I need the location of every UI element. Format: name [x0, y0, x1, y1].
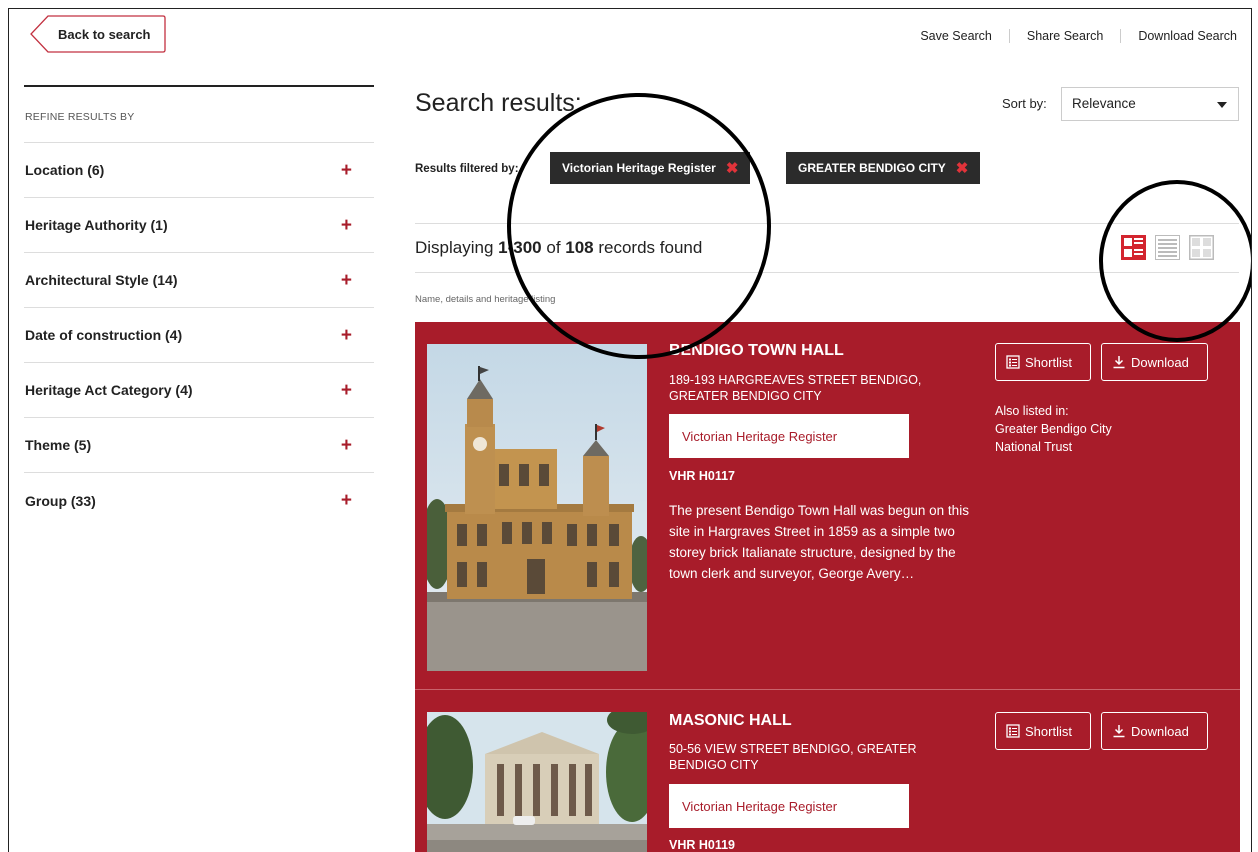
count-prefix: Displaying — [415, 238, 499, 257]
expand-plus-icon[interactable]: + — [341, 491, 352, 510]
town-hall-image — [427, 344, 647, 671]
count-suffix: records found — [593, 238, 703, 257]
chip-label: Victorian Heritage Register — [562, 161, 716, 175]
search-actions: Save Search Share Search Download Search — [920, 29, 1237, 43]
vhr-number: VHR H0119 — [669, 838, 736, 852]
result-address: 189-193 HARGREAVES STREET BENDIGO, GREAT… — [669, 373, 922, 403]
grid-list-icon[interactable] — [1121, 235, 1146, 260]
back-to-search-label: Back to search — [58, 27, 151, 42]
also-listed-item[interactable]: Greater Bendigo City — [995, 420, 1112, 438]
chip-label: GREATER BENDIGO CITY — [798, 161, 946, 175]
expand-plus-icon[interactable]: + — [341, 326, 352, 345]
masonic-hall-image — [427, 712, 647, 852]
register-badge[interactable]: Victorian Heritage Register — [669, 414, 909, 458]
shortlist-label: Shortlist — [1025, 723, 1072, 739]
expand-plus-icon[interactable]: + — [341, 381, 352, 400]
view-toggle — [1121, 235, 1214, 260]
download-icon — [1113, 725, 1125, 738]
result-address: 50-56 VIEW STREET BENDIGO, GREATER BENDI… — [669, 742, 917, 772]
count-total: 108 — [565, 238, 594, 257]
facet-label: Heritage Authority (1) — [25, 217, 168, 233]
count-range: 1-300 — [498, 238, 542, 257]
shortlist-label: Shortlist — [1025, 354, 1072, 370]
expand-plus-icon[interactable]: + — [341, 436, 352, 455]
register-badge[interactable]: Victorian Heritage Register — [669, 784, 909, 828]
facet-label: Date of construction (4) — [25, 327, 183, 343]
share-search-link[interactable]: Share Search — [1008, 29, 1120, 43]
facet-label: Heritage Act Category (4) — [25, 382, 193, 398]
expand-plus-icon[interactable]: + — [341, 161, 352, 180]
download-icon — [1113, 356, 1125, 369]
town-hall-photo[interactable] — [427, 344, 647, 671]
divider — [415, 272, 1239, 273]
remove-filter-icon[interactable]: ✖ — [956, 159, 969, 177]
masonic-hall-photo[interactable] — [427, 712, 647, 852]
count-mid: of — [541, 238, 566, 257]
back-to-search-button[interactable]: Back to search — [30, 15, 166, 53]
list-view-icon[interactable] — [1155, 235, 1180, 260]
result-name[interactable]: BENDIGO TOWN HALL — [669, 342, 844, 360]
also-listed: Also listed in: Greater Bendigo City Nat… — [995, 402, 1112, 456]
also-listed-item[interactable]: National Trust — [995, 438, 1112, 456]
divider — [415, 223, 1239, 224]
shortlist-icon — [1006, 355, 1020, 369]
shortlist-icon — [1006, 724, 1020, 738]
results-list: BENDIGO TOWN HALL 189-193 HARGREAVES STR… — [415, 322, 1240, 852]
chevron-down-icon — [1217, 102, 1227, 108]
app-frame: Back to search Save Search Share Search … — [8, 8, 1252, 852]
results-count: Displaying 1-300 of 108 records found — [415, 238, 702, 258]
shortlist-button[interactable]: Shortlist — [995, 712, 1091, 750]
download-label: Download — [1131, 354, 1189, 370]
result-card[interactable]: MASONIC HALL 50-56 VIEW STREET BENDIGO, … — [415, 690, 1240, 852]
facet-heritage-authority[interactable]: Heritage Authority (1) + — [24, 198, 374, 253]
facet-location[interactable]: Location (6) + — [24, 143, 374, 198]
download-button[interactable]: Download — [1101, 712, 1208, 750]
download-label: Download — [1131, 723, 1189, 739]
facet-group[interactable]: Group (33) + — [24, 473, 374, 528]
download-search-link[interactable]: Download Search — [1120, 29, 1237, 43]
facet-label: Group (33) — [25, 492, 96, 509]
tile-view-icon[interactable] — [1189, 235, 1214, 260]
result-name[interactable]: MASONIC HALL — [669, 712, 792, 730]
facet-heritage-act-category[interactable]: Heritage Act Category (4) + — [24, 363, 374, 418]
refine-heading: REFINE RESULTS BY — [24, 87, 374, 143]
facet-label: Theme (5) — [25, 437, 92, 453]
facet-label: Location (6) — [25, 162, 105, 178]
expand-plus-icon[interactable]: + — [341, 216, 352, 235]
remove-filter-icon[interactable]: ✖ — [726, 159, 739, 177]
sort-value: Relevance — [1072, 96, 1136, 111]
filtered-by-label: Results filtered by: — [415, 163, 519, 175]
column-caption: Name, details and heritage listing — [415, 294, 556, 305]
facet-label: Architectural Style (14) — [25, 272, 178, 288]
facet-architectural-style[interactable]: Architectural Style (14) + — [24, 253, 374, 308]
page-title: Search results: — [415, 89, 582, 117]
shortlist-button[interactable]: Shortlist — [995, 343, 1091, 381]
filter-chip-register[interactable]: Victorian Heritage Register ✖ — [550, 152, 751, 184]
expand-plus-icon[interactable]: + — [341, 271, 352, 290]
result-card[interactable]: BENDIGO TOWN HALL 189-193 HARGREAVES STR… — [415, 322, 1240, 690]
refine-sidebar: REFINE RESULTS BY Location (6) + Heritag… — [24, 85, 374, 528]
save-search-link[interactable]: Save Search — [920, 29, 1009, 43]
sort-select[interactable]: Relevance — [1061, 87, 1239, 121]
download-button[interactable]: Download — [1101, 343, 1208, 381]
facet-date-of-construction[interactable]: Date of construction (4) + — [24, 308, 374, 363]
also-listed-heading: Also listed in: — [995, 404, 1069, 418]
facet-theme[interactable]: Theme (5) + — [24, 418, 374, 473]
result-description: The present Bendigo Town Hall was begun … — [669, 503, 969, 581]
filter-chip-city[interactable]: GREATER BENDIGO CITY ✖ — [786, 152, 981, 184]
vhr-number: VHR H0117 — [669, 469, 736, 483]
sort-label: Sort by: — [1002, 96, 1047, 111]
